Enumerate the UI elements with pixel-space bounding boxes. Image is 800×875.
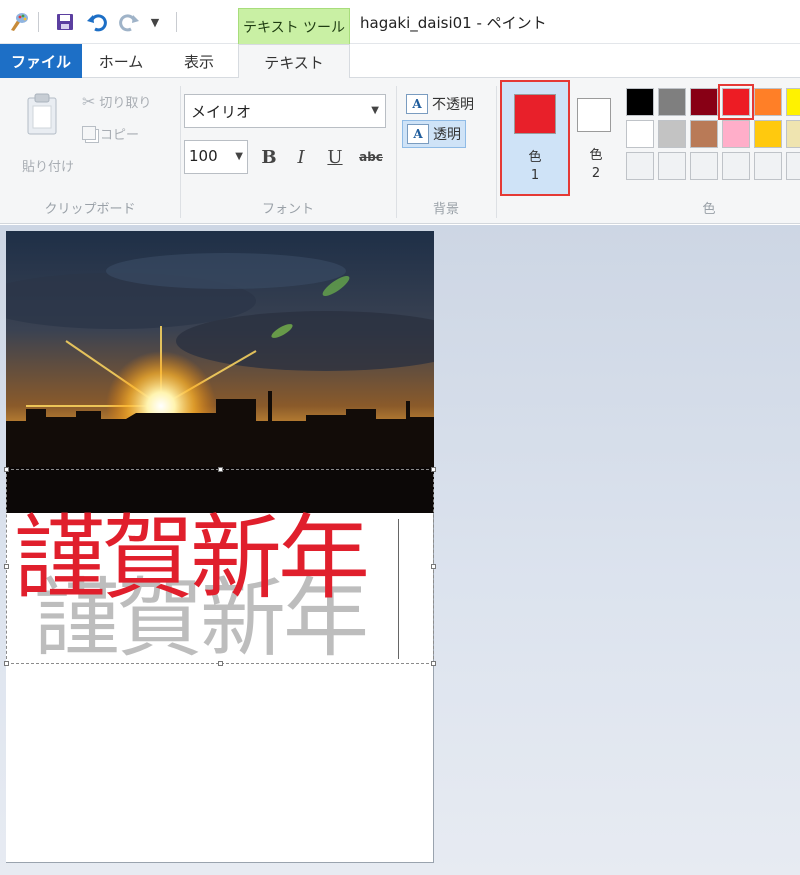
- save-icon[interactable]: [52, 10, 78, 34]
- clipboard-group-label: クリップボード: [44, 202, 136, 217]
- resize-handle[interactable]: [431, 467, 436, 472]
- font-family-select[interactable]: メイリオ ▼: [184, 94, 386, 128]
- resize-handle[interactable]: [4, 661, 9, 666]
- customize-dropdown-icon[interactable]: ▼: [146, 10, 164, 34]
- colors-group-label: 色: [702, 202, 716, 217]
- bold-button[interactable]: B: [256, 144, 282, 170]
- copy-icon: [82, 126, 96, 140]
- palette-custom-slot[interactable]: [626, 152, 654, 180]
- resize-handle[interactable]: [4, 467, 9, 472]
- paste-label: 貼り付け: [22, 160, 75, 175]
- greeting-text: 謹賀新年: [14, 505, 370, 612]
- cut-label: 切り取り: [99, 95, 152, 111]
- quick-access-separator: [38, 12, 39, 32]
- color1-swatch: [514, 94, 556, 134]
- tab-file[interactable]: ファイル: [0, 44, 82, 78]
- background-group-label: 背景: [432, 202, 459, 217]
- palette-custom-slot[interactable]: [754, 152, 782, 180]
- palette-custom-slot[interactable]: [658, 152, 686, 180]
- palette-custom-slot[interactable]: [690, 152, 718, 180]
- palette-swatch[interactable]: [786, 120, 800, 148]
- resize-handle[interactable]: [431, 564, 436, 569]
- color2-button[interactable]: 色 2: [574, 80, 618, 196]
- text-tools-context-label: テキスト ツール: [238, 8, 350, 44]
- underline-button[interactable]: U: [322, 144, 348, 170]
- palette-swatch[interactable]: [690, 120, 718, 148]
- palette-swatch[interactable]: [722, 120, 750, 148]
- canvas-workspace: 謹賀新年 謹賀新年: [0, 225, 800, 875]
- cut-button[interactable]: ✂ 切り取り: [82, 90, 151, 112]
- group-separator: [496, 86, 497, 218]
- color2-swatch: [577, 98, 611, 132]
- resize-handle[interactable]: [4, 564, 9, 569]
- copy-button[interactable]: コピー: [82, 122, 139, 144]
- chevron-down-icon: ▼: [371, 105, 379, 116]
- transparent-option[interactable]: A 透明: [402, 120, 466, 148]
- paint-app-icon[interactable]: [6, 10, 32, 34]
- color1-label: 色: [528, 150, 542, 165]
- palette-custom-slot[interactable]: [786, 152, 800, 180]
- opaque-icon: A: [406, 94, 428, 114]
- title-bar: ▼ テキスト ツール hagaki_daisi01 - ペイント: [0, 0, 800, 44]
- palette-swatch[interactable]: [754, 120, 782, 148]
- drawing-canvas[interactable]: 謹賀新年 謹賀新年: [4, 231, 436, 863]
- clipboard-icon: [27, 93, 57, 135]
- palette-swatch[interactable]: [690, 88, 718, 116]
- palette-swatch[interactable]: [718, 84, 754, 120]
- font-group-label: フォント: [261, 202, 314, 217]
- palette-custom-slot[interactable]: [722, 152, 750, 180]
- copy-label: コピー: [100, 127, 140, 143]
- palette-swatch[interactable]: [754, 88, 782, 116]
- resize-handle[interactable]: [431, 661, 436, 666]
- palette-swatch[interactable]: [626, 120, 654, 148]
- opaque-option[interactable]: A 不透明: [402, 90, 478, 118]
- italic-button[interactable]: I: [288, 144, 314, 170]
- ribbon: 貼り付け ✂ 切り取り コピー クリップボード メイリオ ▼ 100 ▼ B I…: [0, 78, 800, 224]
- text-caret: [398, 519, 399, 659]
- quick-access-separator: [176, 12, 177, 32]
- palette-swatch[interactable]: [658, 120, 686, 148]
- window-title: hagaki_daisi01 - ペイント: [360, 14, 547, 32]
- font-family-value: メイリオ: [191, 103, 252, 121]
- scissors-icon: ✂: [82, 91, 96, 111]
- color1-button[interactable]: 色 1: [500, 80, 570, 196]
- strikethrough-button[interactable]: abc: [356, 144, 386, 170]
- ribbon-tab-row: ファイル ホーム 表示 テキスト: [0, 44, 800, 79]
- chevron-down-icon: ▼: [235, 151, 243, 162]
- color1-number: 1: [530, 168, 540, 183]
- undo-icon[interactable]: [84, 10, 110, 34]
- font-size-value: 100: [189, 147, 218, 165]
- tab-home[interactable]: ホーム: [82, 44, 160, 78]
- palette-swatch[interactable]: [786, 88, 800, 116]
- tab-text[interactable]: テキスト: [238, 44, 350, 79]
- resize-handle[interactable]: [218, 467, 223, 472]
- redo-icon[interactable]: [116, 10, 142, 34]
- color2-label: 色: [589, 148, 603, 163]
- transparent-label: 透明: [433, 127, 461, 143]
- opaque-label: 不透明: [432, 97, 474, 113]
- font-size-select[interactable]: 100 ▼: [184, 140, 248, 174]
- tab-view[interactable]: 表示: [160, 44, 238, 78]
- transparent-icon: A: [407, 124, 429, 144]
- color2-number: 2: [591, 166, 601, 181]
- palette-swatch[interactable]: [626, 88, 654, 116]
- paste-button[interactable]: 貼り付け: [12, 88, 74, 175]
- palette-swatch[interactable]: [658, 88, 686, 116]
